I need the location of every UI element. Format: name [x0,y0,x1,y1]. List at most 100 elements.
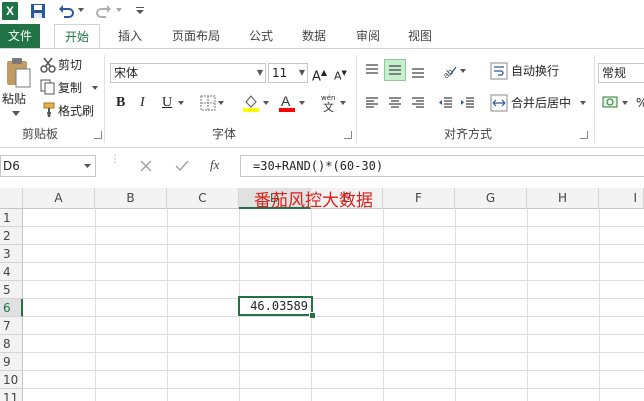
row-header-4[interactable]: 4 [0,263,23,281]
undo-dropdown-icon[interactable] [78,8,84,12]
font-color-icon[interactable]: A [278,93,296,113]
tab-review[interactable]: 审阅 [346,24,390,48]
row-header-2[interactable]: 2 [0,227,23,245]
wrap-text-icon[interactable] [490,62,508,80]
decrease-font-size-icon[interactable]: A▼ [334,63,347,83]
merge-dropdown-icon[interactable] [580,101,586,105]
number-format-dropdown[interactable]: 常规 [598,63,644,83]
orientation-dropdown-icon[interactable] [460,69,466,73]
undo-icon[interactable] [58,3,74,19]
format-painter-icon[interactable] [40,102,56,118]
alignment-launcher-icon[interactable] [580,131,588,139]
phonetic-guide-icon[interactable]: wén文 [320,93,338,113]
font-name-dropdown[interactable]: 宋体 ▼ [110,63,266,83]
align-right-icon[interactable] [410,95,426,111]
cancel-entry-icon[interactable] [140,160,152,172]
accounting-format-icon[interactable] [602,93,620,111]
cell-d6[interactable]: 46.03589 [238,296,313,316]
wrap-text-button[interactable]: 自动换行 [511,61,559,81]
name-box-value: D6 [3,159,20,173]
tab-file[interactable]: 文件 [0,24,40,48]
format-painter-button[interactable]: 格式刷 [58,101,94,121]
font-name-value: 宋体 [114,66,139,80]
redo-icon[interactable] [96,3,112,19]
row-header-8[interactable]: 8 [0,335,23,353]
cut-button[interactable]: 剪切 [58,55,82,75]
align-center-icon[interactable] [387,95,403,111]
underline-dropdown-icon[interactable] [178,101,184,105]
borders-dropdown-icon[interactable] [218,101,224,105]
chevron-down-icon [84,164,91,168]
paste-dropdown-icon[interactable] [12,111,20,116]
row-header-5[interactable]: 5 [0,281,23,299]
ribbon-tab-bar: 文件 开始 插入 页面布局 公式 数据 审阅 视图 [0,24,644,49]
save-icon[interactable] [30,3,46,19]
column-header-f[interactable]: F [383,188,455,209]
insert-function-button[interactable]: fx [210,157,219,173]
tab-home[interactable]: 开始 [54,24,100,49]
accounting-dropdown-icon[interactable] [622,101,628,105]
tab-view[interactable]: 视图 [398,24,442,48]
row-header-6[interactable]: 6 [0,299,23,317]
formula-input[interactable]: =30+RAND()*(60-30) [240,155,644,177]
row-header-11[interactable]: 11 [0,389,23,401]
paste-button[interactable]: 粘贴 [2,89,26,109]
row-header-10[interactable]: 10 [0,371,23,389]
percent-icon[interactable]: % [636,93,644,113]
row-header-9[interactable]: 9 [0,353,23,371]
phonetic-dropdown-icon[interactable] [340,101,346,105]
group-separator [594,55,595,143]
select-all-corner[interactable] [0,188,23,209]
chevron-down-icon: ▼ [256,68,263,77]
name-box[interactable]: D6 [0,155,96,177]
merge-center-button[interactable]: 合并后居中 [511,93,571,113]
align-bottom-icon[interactable] [410,63,426,79]
worksheet-grid[interactable]: A B C D E F G H I 1 2 3 4 5 6 7 8 9 10 1… [0,188,644,401]
formula-bar-grip-icon: ⋮ [110,154,120,165]
confirm-entry-icon[interactable] [175,160,189,172]
font-launcher-icon[interactable] [344,131,352,139]
increase-font-size-icon[interactable]: A▲ [312,63,327,84]
column-header-c[interactable]: C [167,188,239,209]
merge-center-icon[interactable] [490,94,508,112]
bold-button[interactable]: B [116,93,125,113]
decrease-indent-icon[interactable] [438,95,454,111]
paste-icon[interactable] [4,57,32,89]
font-size-dropdown[interactable]: 11 ▼ [268,63,308,83]
italic-button[interactable]: I [140,93,145,113]
column-header-h[interactable]: H [527,188,599,209]
chevron-down-icon: ▼ [298,68,305,77]
quick-access-toolbar: X [0,0,644,24]
column-header-g[interactable]: G [455,188,527,209]
cut-icon[interactable] [40,57,56,73]
redo-dropdown-icon[interactable] [116,8,122,12]
fill-handle[interactable] [309,312,316,319]
tab-data[interactable]: 数据 [292,24,336,48]
align-left-icon[interactable] [364,95,380,111]
customize-toolbar-icon[interactable] [136,7,144,15]
increase-indent-icon[interactable] [460,95,476,111]
row-header-1[interactable]: 1 [0,209,23,227]
row-header-3[interactable]: 3 [0,245,23,263]
tab-formulas[interactable]: 公式 [240,24,282,48]
align-top-icon[interactable] [364,63,380,79]
tab-insert[interactable]: 插入 [108,24,152,48]
tab-page-layout[interactable]: 页面布局 [164,24,228,48]
formula-bar: D6 ⋮ fx =30+RAND()*(60-30) [0,152,644,180]
column-header-b[interactable]: B [95,188,167,209]
clipboard-launcher-icon[interactable] [94,131,102,139]
row-header-7[interactable]: 7 [0,317,23,335]
underline-button[interactable]: U [162,93,172,113]
copy-icon[interactable] [40,79,56,95]
align-middle-button[interactable] [384,59,406,81]
font-color-dropdown-icon[interactable] [299,101,305,105]
fill-color-icon[interactable] [242,93,260,113]
fill-color-dropdown-icon[interactable] [263,101,269,105]
font-size-value: 11 [272,66,288,80]
column-header-a[interactable]: A [23,188,95,209]
orientation-icon[interactable]: ab [440,61,458,79]
column-header-i[interactable]: I [599,188,644,209]
copy-dropdown-icon[interactable] [92,86,98,90]
borders-icon[interactable] [200,95,216,111]
copy-button[interactable]: 复制 [58,78,82,98]
